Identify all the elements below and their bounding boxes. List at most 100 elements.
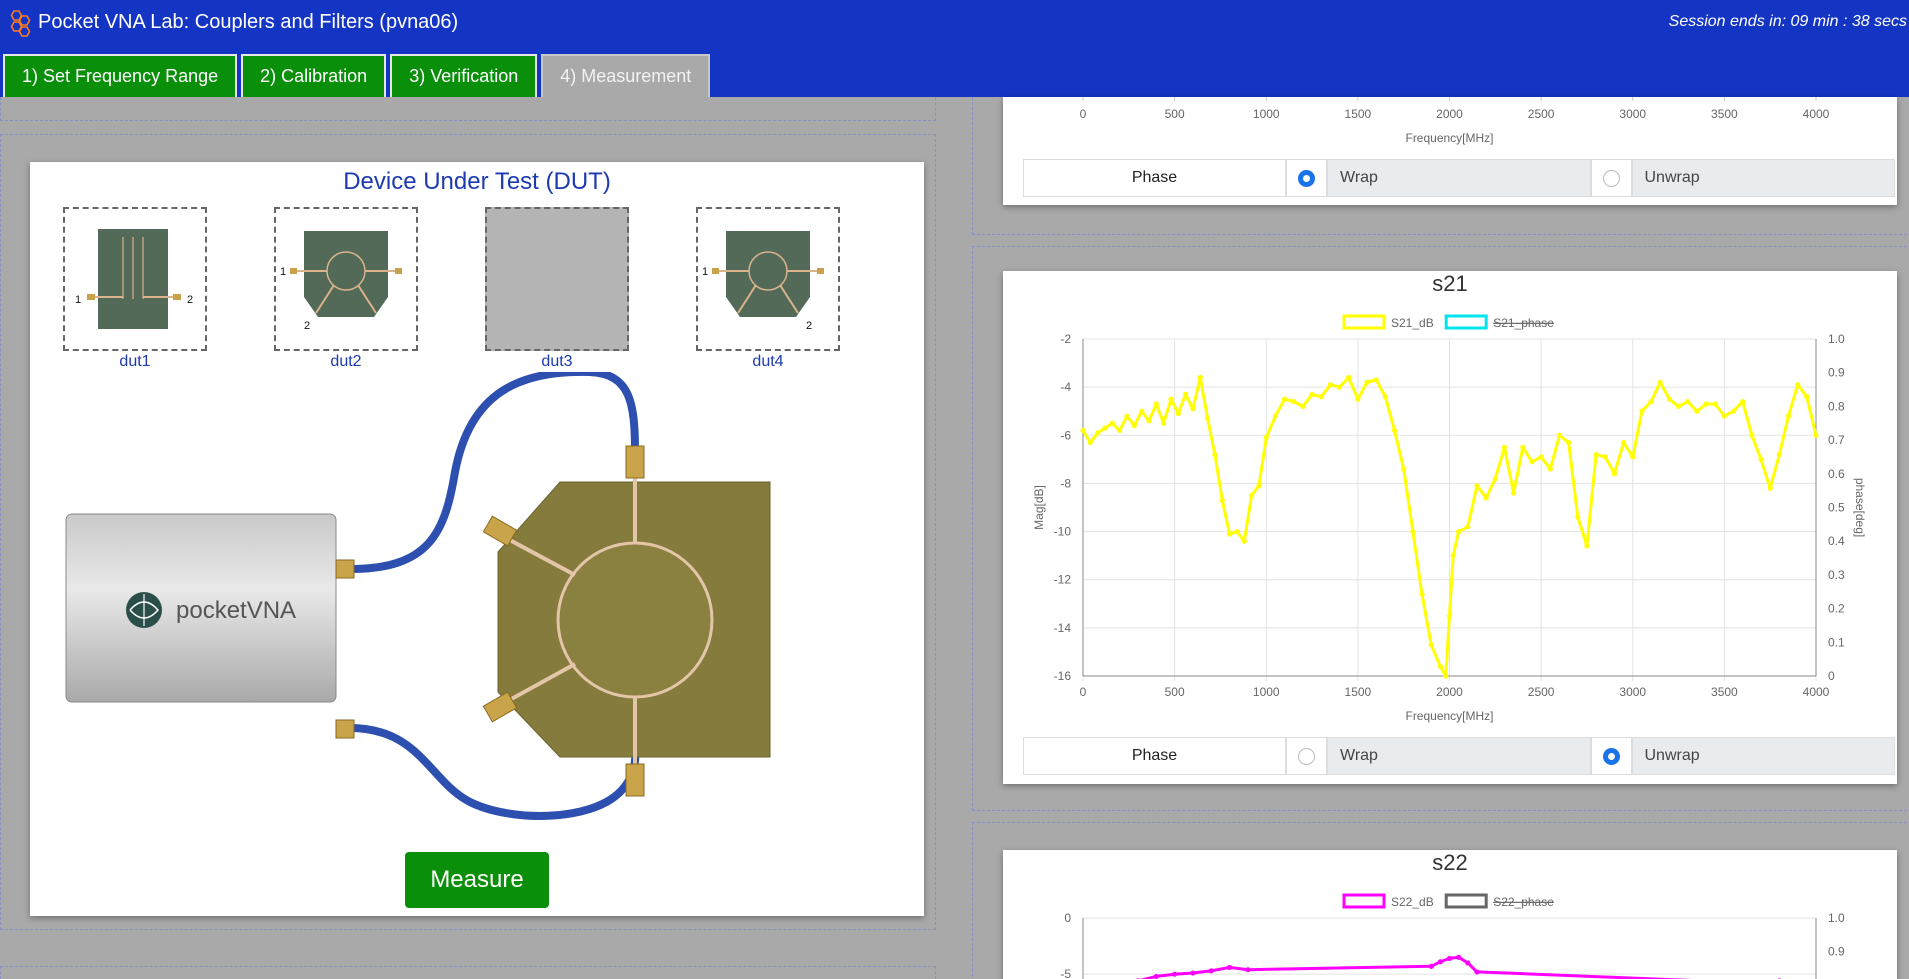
data-point: [1373, 377, 1379, 383]
data-point: [1795, 382, 1801, 388]
x-axis-label: Frequency[MHz]: [1405, 131, 1493, 145]
data-point: [1740, 398, 1746, 405]
data-point: [1401, 466, 1407, 472]
s22-chart: S22_dB S22_phase 0 -5 1.0 0.9: [1060, 893, 1845, 979]
data-point: [1428, 642, 1434, 648]
tab-set-frequency-range[interactable]: 1) Set Frequency Range: [3, 54, 238, 97]
wrap-option[interactable]: Wrap: [1327, 159, 1591, 197]
wrap-radio[interactable]: [1298, 169, 1315, 187]
data-point: [1547, 466, 1553, 472]
data-point: [1175, 411, 1181, 417]
svg-text:1: 1: [702, 266, 708, 278]
data-point: [1190, 970, 1196, 976]
data-point: [1336, 384, 1343, 390]
data-point: [1234, 528, 1240, 535]
data-point: [1346, 374, 1352, 381]
data-point: [1153, 401, 1159, 407]
data-point: [1611, 471, 1618, 477]
data-point: [1767, 485, 1773, 491]
data-point: [1648, 398, 1654, 405]
x-axis-label: Frequency[MHz]: [1405, 709, 1493, 723]
data-point: [1620, 439, 1627, 446]
unwrap-radio-cell[interactable]: [1590, 159, 1632, 197]
dut1-thumbnail[interactable]: 1 2: [63, 207, 207, 351]
tab-measurement[interactable]: 4) Measurement: [541, 54, 711, 97]
dut4-label[interactable]: dut4: [696, 353, 840, 371]
data-point: [1721, 413, 1727, 419]
phase-mode-selector-2: Phase Wrap Unwrap: [1023, 737, 1895, 775]
y2-tick-label: 0.8: [1828, 399, 1845, 413]
pocketvna-logo-icon: [126, 592, 162, 628]
y-tick-label: -16: [1054, 669, 1072, 683]
next-section-outline: [0, 966, 936, 979]
x-tick-label: 4000: [1803, 685, 1830, 699]
tab-calibration[interactable]: 2) Calibration: [241, 54, 387, 97]
unwrap-option[interactable]: Unwrap: [1631, 159, 1895, 197]
svg-text:1: 1: [280, 266, 286, 278]
data-point: [1281, 396, 1288, 402]
data-point: [1080, 427, 1086, 434]
data-point: [1630, 454, 1636, 460]
data-point: [1657, 379, 1663, 385]
top-bar: Pocket VNA Lab: Couplers and Filters (pv…: [0, 0, 1909, 97]
data-point: [1327, 382, 1333, 388]
y-tick-label: -2: [1060, 332, 1071, 346]
svg-text:2: 2: [304, 320, 310, 332]
svg-text:2: 2: [806, 320, 812, 332]
data-point: [1776, 451, 1782, 458]
dut2-label[interactable]: dut2: [274, 353, 418, 371]
data-point: [1095, 430, 1101, 436]
data-point: [1556, 432, 1563, 438]
data-point: [1474, 969, 1480, 975]
wrap-radio-cell[interactable]: [1286, 159, 1327, 197]
data-point: [1227, 964, 1233, 971]
data-point: [1437, 959, 1443, 965]
x-tick-label: 2500: [1528, 685, 1555, 699]
data-point: [1212, 451, 1218, 458]
data-point: [1087, 439, 1093, 446]
dut3-thumbnail[interactable]: [485, 207, 629, 351]
y-tick-label: -14: [1054, 621, 1072, 635]
legend-swatch: [1342, 893, 1386, 909]
data-point: [1102, 425, 1108, 431]
unwrap-radio[interactable]: [1602, 747, 1620, 765]
tab-verification[interactable]: 3) Verification: [390, 54, 538, 97]
data-point: [1813, 432, 1819, 438]
dut3-label[interactable]: dut3: [485, 353, 629, 371]
data-point: [1456, 954, 1462, 960]
data-point: [1703, 401, 1709, 407]
wrap-radio[interactable]: [1298, 747, 1315, 765]
dut2-thumbnail[interactable]: 1 2: [274, 207, 418, 351]
unwrap-radio[interactable]: [1602, 169, 1620, 187]
data-point: [1109, 420, 1115, 426]
data-point: [1593, 451, 1599, 458]
y2-tick-label: 0.4: [1828, 534, 1845, 548]
y2-tick-label: 0.3: [1828, 568, 1845, 582]
series-line: [1139, 955, 1694, 979]
svg-text:1: 1: [75, 294, 81, 306]
y2-tick-label: 0.5: [1828, 501, 1845, 515]
phase-label: Phase: [1023, 159, 1286, 197]
y-tick-label: -5: [1060, 967, 1071, 979]
dut-panel-title: Device Under Test (DUT): [343, 168, 611, 195]
unwrap-option[interactable]: Unwrap: [1631, 737, 1895, 775]
wrap-option[interactable]: Wrap: [1327, 737, 1591, 775]
data-point: [1117, 427, 1123, 434]
dut1-label[interactable]: dut1: [63, 353, 207, 371]
wrap-radio-cell[interactable]: [1286, 737, 1327, 775]
data-point: [1443, 673, 1449, 679]
legend-swatch: [1342, 314, 1386, 330]
data-point: [1730, 408, 1737, 414]
y-tick-label: -8: [1060, 476, 1071, 490]
data-point: [1450, 553, 1456, 559]
legend-swatch: [1444, 893, 1488, 909]
s21-chart: S21_dB S21_phase -2 -4 -6 -8 -10 -12 -14 -16 1.0 0.…: [1032, 314, 1867, 723]
x-tick-label: 1000: [1253, 107, 1280, 121]
dut4-thumbnail[interactable]: 1 2: [696, 207, 840, 351]
unwrap-radio-cell[interactable]: [1590, 737, 1632, 775]
y2-tick-label: 0.1: [1828, 635, 1845, 649]
logo-icon: [10, 10, 31, 37]
measure-button[interactable]: Measure: [405, 852, 549, 908]
data-point: [1227, 531, 1233, 537]
x-tick-label: 2500: [1528, 107, 1555, 121]
